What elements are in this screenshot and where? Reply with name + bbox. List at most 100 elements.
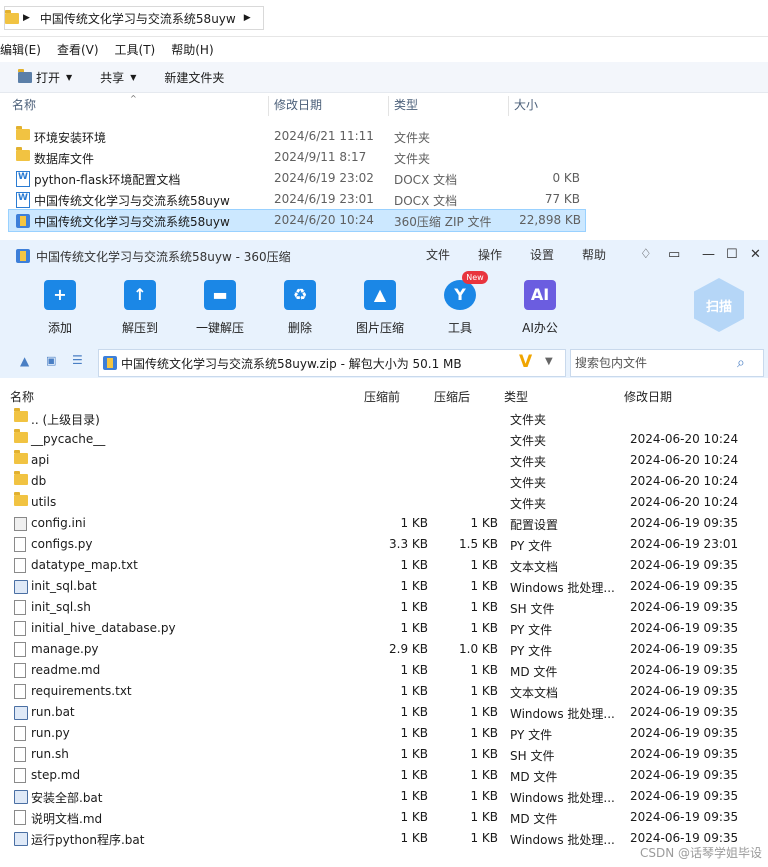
list-view-icon[interactable]: ☰ xyxy=(72,353,83,367)
archive-item-size-after: 1 KB xyxy=(470,516,498,530)
archive-row[interactable]: datatype_map.txt 1 KB 1 KB 文本文档 2024-06-19 0… xyxy=(0,555,768,576)
menu-help[interactable]: 帮助(H) xyxy=(171,41,213,58)
breadcrumb[interactable]: ▶ 中国传统文化学习与交流系统58uyw ▶ xyxy=(4,6,264,30)
archive-item-modified: 2024-06-19 09:35 xyxy=(630,642,739,656)
thumbnail-view-icon[interactable]: ▣ xyxy=(46,354,56,367)
file-row[interactable]: 数据库文件 2024/9/11 8:17 文件夹 xyxy=(8,147,584,168)
archive-row[interactable]: init_sql.bat 1 KB 1 KB Windows 批处理... 2024-0… xyxy=(0,576,768,597)
new-folder-button[interactable]: 新建文件夹 xyxy=(164,69,224,86)
caret-down-icon: ▼ xyxy=(66,72,73,82)
archive-item-size-after: 1 KB xyxy=(470,558,498,572)
menu-tools[interactable]: 工具(T) xyxy=(115,41,156,58)
archive-row[interactable]: .. (上级目录) 文件夹 xyxy=(0,408,768,429)
menu-view[interactable]: 查看(V) xyxy=(57,41,99,58)
column-divider[interactable] xyxy=(508,96,509,116)
archive-item-name: __pycache__ xyxy=(31,432,106,446)
chevron-right-icon[interactable]: ▶ xyxy=(23,13,30,23)
archive-row[interactable]: 说明文档.md 1 KB 1 KB MD 文件 2024-06-19 09:35 xyxy=(0,807,768,828)
archive-item-name: requirements.txt xyxy=(31,684,132,698)
open-button[interactable]: 打开 ▼ xyxy=(18,68,73,86)
archive-row[interactable]: utils 文件夹 2024-06-20 10:24 xyxy=(0,492,768,513)
archive-row[interactable]: 安装全部.bat 1 KB 1 KB Windows 批处理... 2024-06-19… xyxy=(0,786,768,807)
row-icon xyxy=(14,471,32,488)
archive-item-modified: 2024-06-19 09:35 xyxy=(630,810,739,824)
column-header-after[interactable]: 压缩后 xyxy=(434,388,470,405)
up-arrow-icon[interactable]: ▲ xyxy=(20,354,29,368)
add-label: 添加 xyxy=(47,321,72,335)
column-header-type[interactable]: 类型 xyxy=(504,388,528,405)
archive-row[interactable]: configs.py 3.3 KB 1.5 KB PY 文件 2024-06-19 23… xyxy=(0,534,768,555)
archive-row[interactable]: config.ini 1 KB 1 KB 配置设置 2024-06-19 09:35 xyxy=(0,513,768,534)
archive-item-size-after: 1 KB xyxy=(470,831,498,845)
extract-to-icon: ↑ xyxy=(124,280,156,310)
archive-row[interactable]: __pycache__ 文件夹 2024-06-20 10:24 xyxy=(0,429,768,450)
menu-edit[interactable]: 编辑(E) xyxy=(0,41,41,58)
minimize-icon[interactable]: — xyxy=(702,247,715,262)
column-header-size[interactable]: 大小 xyxy=(514,96,538,116)
file-row[interactable]: 环境安装环境 2024/6/21 11:11 文件夹 xyxy=(8,126,584,147)
menu-settings[interactable]: 设置 xyxy=(530,246,554,263)
menu-operate[interactable]: 操作 xyxy=(478,246,502,263)
extract-to-button[interactable]: ↑ 解压到 xyxy=(105,280,175,336)
file-icon xyxy=(14,600,26,615)
share-button[interactable]: 共享 ▼ xyxy=(100,69,136,86)
menu-help[interactable]: 帮助 xyxy=(582,246,606,263)
menu-file[interactable]: 文件 xyxy=(426,246,450,263)
column-divider[interactable] xyxy=(388,96,389,116)
archive-item-modified: 2024-06-19 09:35 xyxy=(630,705,739,719)
archive-path-box[interactable]: 中国传统文化学习与交流系统58uyw.zip - 解包大小为 50.1 MB V… xyxy=(98,349,566,377)
archive-row[interactable]: step.md 1 KB 1 KB MD 文件 2024-06-19 09:35 xyxy=(0,765,768,786)
archive-item-name: 运行python程序.bat xyxy=(31,833,145,847)
file-row[interactable]: 中国传统文化学习与交流系统58uyw 2024/6/19 23:01 DOCX … xyxy=(8,189,584,210)
column-header-modified[interactable]: 修改日期 xyxy=(624,388,672,405)
archive-row[interactable]: init_sql.sh 1 KB 1 KB SH 文件 2024-06-19 09:35 xyxy=(0,597,768,618)
archive-row[interactable]: run.py 1 KB 1 KB PY 文件 2024-06-19 09:35 xyxy=(0,723,768,744)
ai-office-label: AI办公 xyxy=(522,321,558,335)
archive-row[interactable]: db 文件夹 2024-06-20 10:24 xyxy=(0,471,768,492)
archive-row[interactable]: manage.py 2.9 KB 1.0 KB PY 文件 2024-06-19 09:… xyxy=(0,639,768,660)
archive-row[interactable]: run.bat 1 KB 1 KB Windows 批处理... 2024-06-19 … xyxy=(0,702,768,723)
archive-row[interactable]: initial_hive_database.py 1 KB 1 KB PY 文件 202… xyxy=(0,618,768,639)
word-doc-icon xyxy=(16,171,30,187)
column-divider[interactable] xyxy=(268,96,269,116)
delete-button[interactable]: ♻ 删除 xyxy=(265,280,335,336)
search-icon[interactable]: ⌕ xyxy=(737,355,745,371)
navigation-bar: ▲ ▣ ☰ 中国传统文化学习与交流系统58uyw.zip - 解包大小为 50.… xyxy=(0,346,768,378)
file-row[interactable]: python-flask环境配置文档 2024/6/19 23:02 DOCX … xyxy=(8,168,584,189)
breadcrumb-current[interactable]: 中国传统文化学习与交流系统58uyw xyxy=(40,10,236,27)
360zip-logo-icon xyxy=(16,249,30,263)
tools-icon: Y xyxy=(444,280,476,310)
archive-item-size-before: 1 KB xyxy=(400,789,428,803)
message-icon[interactable]: ▭ xyxy=(668,247,680,262)
zip-icon xyxy=(103,356,117,370)
archive-item-name: config.ini xyxy=(31,516,86,530)
archive-item-type: PY 文件 xyxy=(510,644,553,658)
column-header-type[interactable]: 类型 xyxy=(394,96,418,116)
archive-row[interactable]: readme.md 1 KB 1 KB MD 文件 2024-06-19 09:35 xyxy=(0,660,768,681)
column-header-before[interactable]: 压缩前 xyxy=(364,388,400,405)
chevron-right-icon[interactable]: ▶ xyxy=(244,13,251,23)
image-compress-button[interactable]: ▲ 图片压缩 xyxy=(345,280,415,336)
tools-button[interactable]: Y 工具 xyxy=(425,280,495,336)
ai-office-button[interactable]: AI AI办公 xyxy=(505,280,575,336)
dropdown-arrow-icon[interactable]: ▼ xyxy=(545,356,553,367)
column-header-name[interactable]: 名称 xyxy=(10,388,34,405)
archive-row[interactable]: requirements.txt 1 KB 1 KB 文本文档 2024-06-19 0… xyxy=(0,681,768,702)
archive-row[interactable]: run.sh 1 KB 1 KB SH 文件 2024-06-19 09:35 xyxy=(0,744,768,765)
one-click-extract-button[interactable]: ▬ 一键解压 xyxy=(185,280,255,336)
maximize-icon[interactable]: ☐ xyxy=(726,247,738,262)
skin-icon[interactable]: ♢ xyxy=(640,247,652,262)
archive-row[interactable]: api 文件夹 2024-06-20 10:24 xyxy=(0,450,768,471)
search-box[interactable]: ⌕ xyxy=(570,349,764,377)
row-icon xyxy=(14,492,32,509)
close-icon[interactable]: ✕ xyxy=(750,247,761,262)
column-header-name[interactable]: 名称 xyxy=(12,96,36,116)
search-input[interactable] xyxy=(573,355,737,371)
file-modified: 2024/6/21 11:11 xyxy=(274,129,374,143)
add-button[interactable]: + 添加 xyxy=(25,280,95,336)
file-row-selected[interactable]: 中国传统文化学习与交流系统58uyw 2024/6/20 10:24 360压缩… xyxy=(8,209,586,232)
config-file-icon xyxy=(14,516,27,531)
column-header-modified[interactable]: 修改日期 xyxy=(274,96,322,116)
scan-shield-button[interactable]: 扫描 xyxy=(694,278,744,332)
v-logo-icon[interactable]: V xyxy=(519,352,532,372)
